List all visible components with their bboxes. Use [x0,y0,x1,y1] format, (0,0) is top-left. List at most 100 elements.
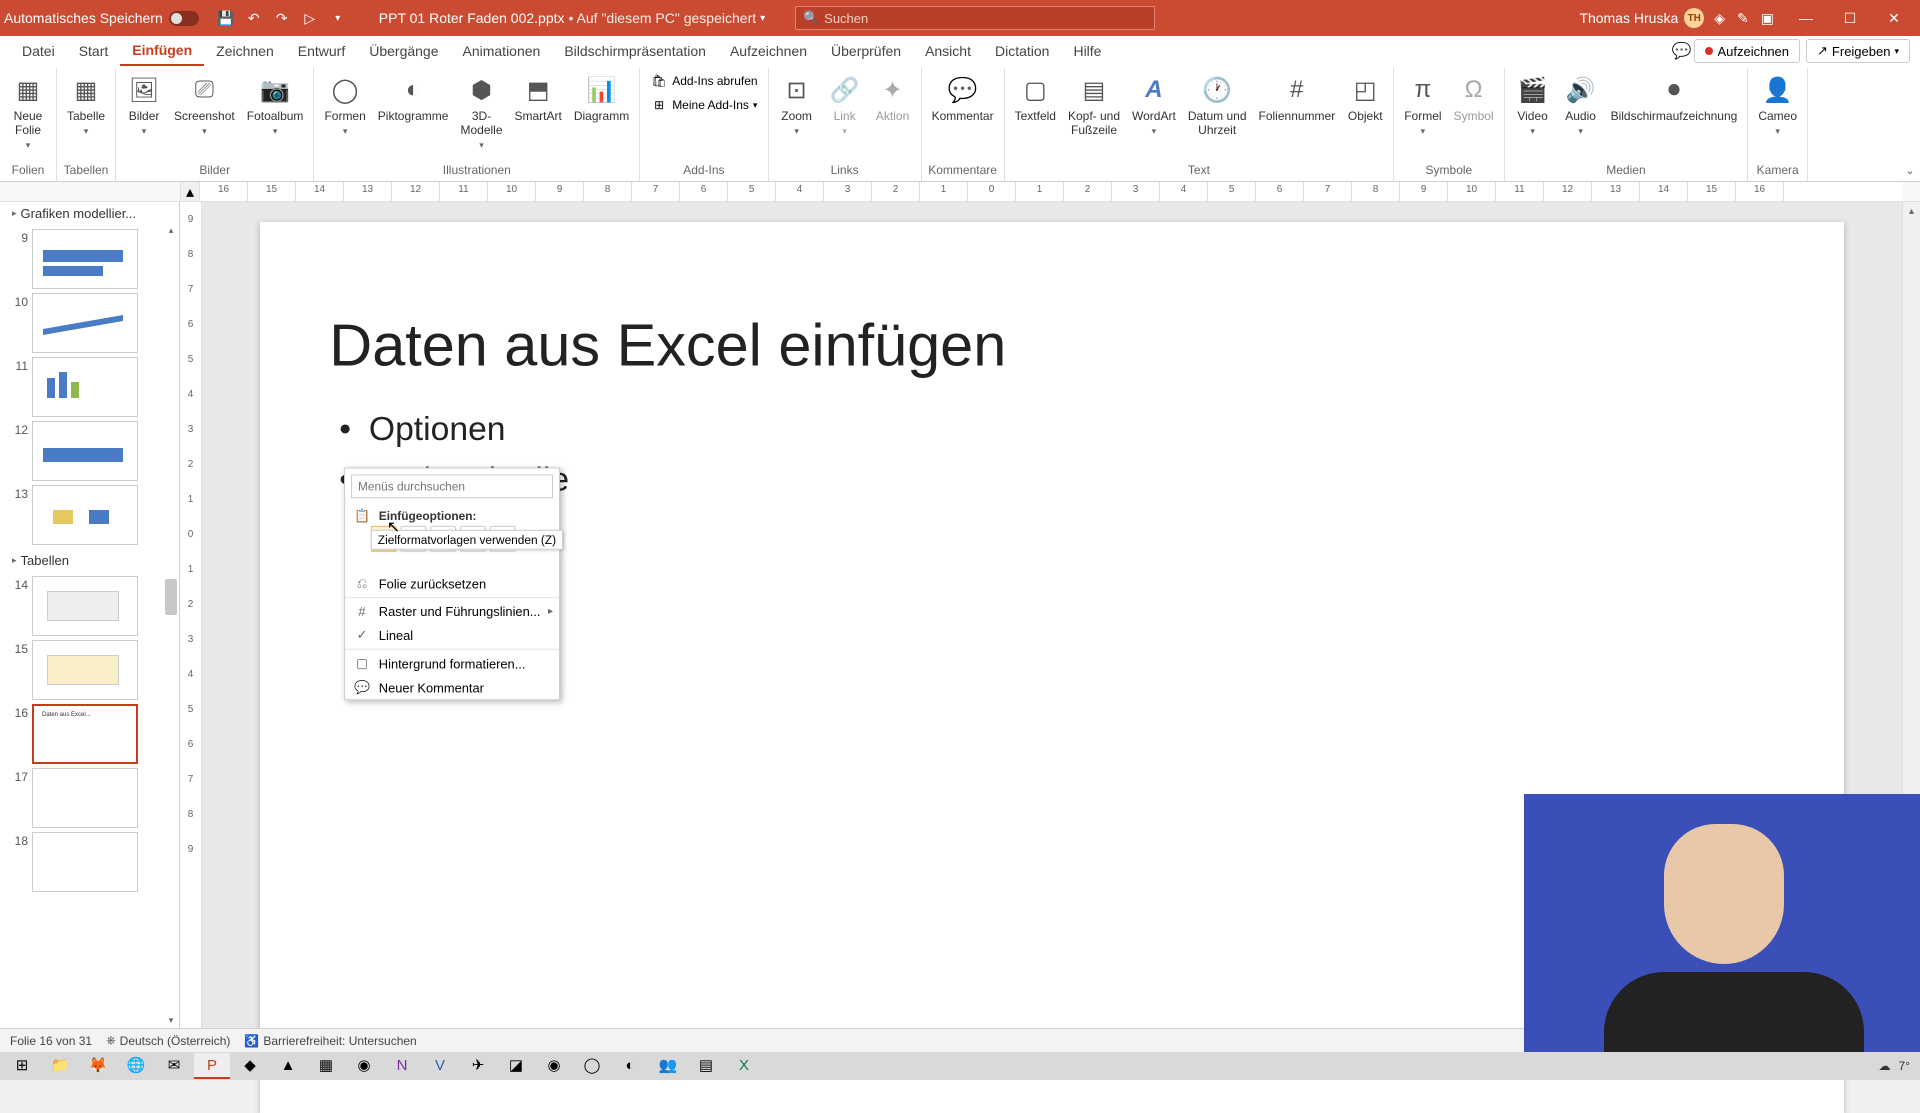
tab-aufzeichnen[interactable]: Aufzeichnen [718,37,819,65]
pen-icon[interactable]: ✎ [1737,10,1749,27]
slide-thumbnail-17[interactable]: 17 [10,768,175,828]
slide-thumbnail-16[interactable]: 16Daten aus Excel... [10,704,175,764]
taskbar-app-icon-3[interactable]: ◉ [346,1053,382,1079]
slide-thumbnail-18[interactable]: 18 [10,832,175,892]
slide-thumbnail-13[interactable]: 13 [10,485,175,545]
vertical-ruler[interactable]: 9876543210123456789 [180,202,202,1028]
tab-datei[interactable]: Datei [10,37,67,65]
taskbar-explorer-icon[interactable]: 📁 [42,1053,78,1079]
link-button[interactable]: 🔗Link▾ [823,70,867,139]
slide-title[interactable]: Daten aus Excel einfügen [329,311,1006,379]
taskbar-onenote-icon[interactable]: N [384,1053,420,1079]
chart-button[interactable]: 📊Diagramm [570,70,633,126]
slide-thumbnail-14[interactable]: 14 [10,576,175,636]
qat-more-icon[interactable]: ▾ [327,7,349,29]
record-button[interactable]: Aufzeichnen [1694,39,1800,63]
slide-thumbnail-12[interactable]: 12 [10,421,175,481]
taskbar-chrome-icon[interactable]: 🌐 [118,1053,154,1079]
3dmodels-button[interactable]: ⬢3D- Modelle▾ [456,70,506,153]
datetime-button[interactable]: 🕐Datum und Uhrzeit [1184,70,1251,140]
search-input[interactable] [795,6,1155,30]
close-button[interactable]: ✕ [1872,0,1916,36]
taskbar-firefox-icon[interactable]: 🦊 [80,1053,116,1079]
tab-bildschirm[interactable]: Bildschirmpräsentation [552,37,718,65]
slide-thumbnail-9[interactable]: 9 [10,229,175,289]
tab-einfuegen[interactable]: Einfügen [120,36,204,66]
tab-hilfe[interactable]: Hilfe [1061,37,1113,65]
title-dropdown-icon[interactable]: ▾ [760,13,765,24]
screenrecord-button[interactable]: ⏺Bildschirmaufzeichnung [1607,70,1742,126]
system-tray[interactable]: ☁ 7° [1879,1059,1916,1073]
section-tabellen[interactable]: ▸Tabellen [6,549,179,572]
collapse-ribbon-icon[interactable]: ⌄ [1905,164,1914,177]
thumbnail-scrollbar[interactable]: ▴ ▾ [163,222,179,1028]
share-button[interactable]: ↗Freigeben▾ [1806,39,1910,63]
maximize-button[interactable]: ☐ [1828,0,1872,36]
pictures-button[interactable]: 🖼Bilder▾ [122,70,166,139]
ctx-ruler[interactable]: ✓Lineal [345,623,559,647]
textbox-button[interactable]: ▢Textfeld [1011,70,1060,126]
tab-uebergaenge[interactable]: Übergänge [357,37,450,65]
symbol-button[interactable]: ΩSymbol [1450,70,1498,126]
section-grafiken[interactable]: ▸Grafiken modellier... [6,202,179,225]
ctx-new-comment[interactable]: 💬Neuer Kommentar [345,675,559,699]
slide-thumbnail-15[interactable]: 15 [10,640,175,700]
window-mode-icon[interactable]: ▣ [1761,10,1774,27]
shapes-button[interactable]: ◯Formen▾ [320,70,369,139]
ctx-format-background[interactable]: ▢Hintergrund formatieren... [345,652,559,676]
context-search-input[interactable] [351,474,553,498]
coming-soon-icon[interactable]: ◈ [1714,10,1725,27]
thumb-scroll-down[interactable]: ▾ [163,1012,179,1028]
taskbar-teams-icon[interactable]: 👥 [650,1053,686,1079]
language-status[interactable]: ⎈Deutsch (Österreich) [106,1033,230,1048]
taskbar-outlook-icon[interactable]: ✉ [156,1053,192,1079]
taskbar-vlc-icon[interactable]: ▲ [270,1053,306,1079]
slide-count[interactable]: Folie 16 von 31 [10,1034,92,1048]
audio-button[interactable]: 🔊Audio▾ [1559,70,1603,139]
tab-animationen[interactable]: Animationen [451,37,553,65]
autosave-toggle[interactable] [169,11,199,26]
tab-ueberpruefen[interactable]: Überprüfen [819,37,913,65]
thumb-scroll-up-icon[interactable]: ▴ [180,182,200,201]
my-addins-button[interactable]: ⊞Meine Add-Ins ▾ [646,94,761,116]
ctx-reset-slide[interactable]: ⎌Folie zurücksetzen [345,571,559,595]
icons-button[interactable]: ◐Piktogramme [374,70,453,126]
cameo-button[interactable]: 👤Cameo▾ [1754,70,1801,139]
slideshow-start-icon[interactable]: ▷ [299,7,321,29]
screenshot-button[interactable]: ⎚Screenshot▾ [170,70,239,139]
save-icon[interactable]: 💾 [215,7,237,29]
slide-thumbnail-11[interactable]: 11 [10,357,175,417]
tab-dictation[interactable]: Dictation [983,37,1061,65]
comments-pane-button[interactable]: 💬 [1668,39,1694,63]
tab-ansicht[interactable]: Ansicht [913,37,983,65]
tab-zeichnen[interactable]: Zeichnen [204,37,286,65]
canvas-scroll-up[interactable]: ▴ [1903,202,1920,220]
thumb-scroll-handle[interactable] [165,579,177,615]
equation-button[interactable]: πFormel▾ [1400,70,1445,139]
slide-thumbnail-pane[interactable]: ▸Grafiken modellier... 9 10 11 12 13 ▸Ta… [0,202,180,1028]
photoalbum-button[interactable]: 📷Fotoalbum▾ [243,70,308,139]
ctx-grid-guides[interactable]: #Raster und Führungslinien...▸ [345,600,559,623]
accessibility-status[interactable]: ♿Barrierefreiheit: Untersuchen [244,1034,416,1048]
tab-start[interactable]: Start [67,37,121,65]
horizontal-ruler[interactable]: 1615141312111098765432101234567891011121… [200,182,1902,201]
user-account[interactable]: Thomas Hruska TH [1579,8,1704,28]
taskbar-app-icon-6[interactable]: ◐ [612,1053,648,1079]
zoom-button[interactable]: ⊡Zoom▾ [775,70,819,139]
action-button[interactable]: ✦Aktion [871,70,915,126]
video-button[interactable]: 🎬Video▾ [1511,70,1555,139]
taskbar-app-icon-4[interactable]: ◪ [498,1053,534,1079]
taskbar-telegram-icon[interactable]: ✈ [460,1053,496,1079]
taskbar-excel-icon[interactable]: X [726,1053,762,1079]
start-button[interactable]: ⊞ [4,1053,40,1079]
slide-thumbnail-10[interactable]: 10 [10,293,175,353]
slidenumber-button[interactable]: #Foliennummer [1255,70,1340,126]
get-addins-button[interactable]: 🛍Add-Ins abrufen [646,70,761,92]
taskbar-app-icon-1[interactable]: ◆ [232,1053,268,1079]
undo-icon[interactable]: ↶ [243,7,265,29]
redo-icon[interactable]: ↷ [271,7,293,29]
table-button[interactable]: ▦ Tabelle ▾ [63,70,109,139]
new-slide-button[interactable]: ▦ Neue Folie ▾ [6,70,50,153]
minimize-button[interactable]: — [1784,0,1828,36]
thumb-scroll-up[interactable]: ▴ [163,222,179,238]
